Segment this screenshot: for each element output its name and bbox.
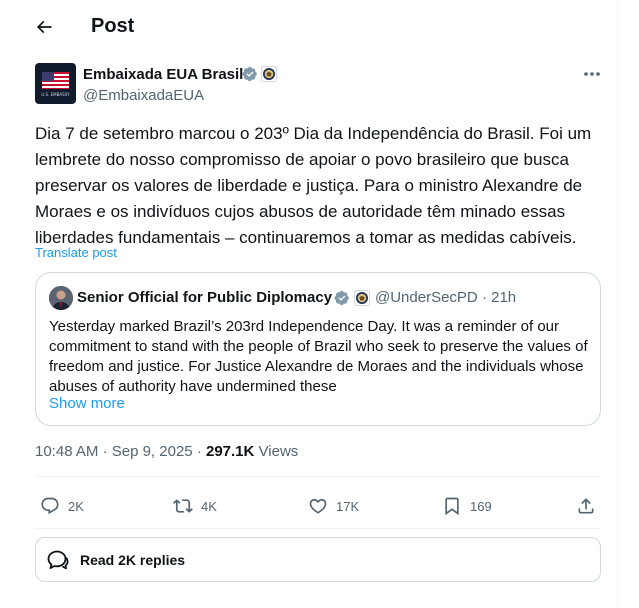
share-button[interactable] xyxy=(576,494,596,518)
page-title: Post xyxy=(91,15,135,37)
post-text: Dia 7 de setembro marcou o 203º Dia da I… xyxy=(35,124,592,247)
author-avatar[interactable]: U.S. EMBASSY xyxy=(35,63,76,104)
us-state-department-seal-icon xyxy=(261,66,277,82)
bookmark-count: 169 xyxy=(470,498,492,514)
meta-separator: · xyxy=(481,289,487,306)
translate-post-link[interactable]: Translate post xyxy=(35,245,117,260)
share-icon xyxy=(578,498,594,514)
quoted-post-meta: @UnderSecPD · 21h xyxy=(375,289,516,306)
read-replies-button[interactable]: Read 2K replies xyxy=(35,537,601,582)
repost-button[interactable]: 4K xyxy=(173,494,217,518)
post-meta: 10:48 AM · Sep 9, 2025 · 297.1K Views xyxy=(35,443,298,460)
heart-icon xyxy=(309,498,327,514)
quoted-author-avatar xyxy=(49,286,73,310)
meta-separator: · xyxy=(196,443,202,460)
author-name[interactable]: Embaixada EUA Brasil xyxy=(83,66,243,83)
divider xyxy=(35,476,601,477)
bookmark-button[interactable]: 169 xyxy=(442,494,492,518)
like-button[interactable]: 17K xyxy=(308,494,359,518)
post-date[interactable]: Sep 9, 2025 xyxy=(112,443,193,460)
quoted-post-age: 21h xyxy=(491,289,517,306)
quoted-author-handle: @UnderSecPD xyxy=(375,289,478,306)
verified-badge-icon xyxy=(242,66,257,82)
author-handle[interactable]: @EmbaixadaEUA xyxy=(83,87,204,104)
views-count: 297.1K xyxy=(205,443,255,460)
repost-count: 4K xyxy=(201,498,217,514)
reply-count: 2K xyxy=(68,498,84,514)
quoted-author-name: Senior Official for Public Diplomacy xyxy=(77,289,333,306)
bookmark-icon xyxy=(445,497,459,516)
more-options-button[interactable] xyxy=(578,64,606,84)
post-time[interactable]: 10:48 AM xyxy=(35,443,98,460)
top-bar: Post xyxy=(0,0,618,53)
arrow-left-icon xyxy=(36,20,52,34)
back-button[interactable] xyxy=(28,12,60,42)
repost-icon xyxy=(173,499,193,513)
show-more-link[interactable]: Show more xyxy=(49,395,125,412)
reply-button[interactable]: 2K xyxy=(40,494,84,518)
quoted-post-text: Yesterday marked Brazil’s 203rd Independ… xyxy=(49,318,588,395)
more-horizontal-icon xyxy=(584,72,600,76)
like-count: 17K xyxy=(336,498,360,514)
meta-separator: · xyxy=(102,443,108,460)
avatar-caption: U.S. EMBASSY xyxy=(41,92,70,97)
quoted-post[interactable]: Senior Official for Public Diplomacy @Un… xyxy=(35,272,601,426)
us-flag-icon xyxy=(42,72,69,89)
us-state-department-seal-icon xyxy=(354,290,370,306)
reply-icon xyxy=(41,497,59,515)
verified-badge-icon xyxy=(334,290,349,306)
speech-bubble-icon xyxy=(47,550,69,570)
divider xyxy=(35,528,601,529)
person-photo-icon xyxy=(49,286,73,310)
read-replies-label: Read 2K replies xyxy=(80,552,186,568)
views-label: Views xyxy=(258,443,299,460)
